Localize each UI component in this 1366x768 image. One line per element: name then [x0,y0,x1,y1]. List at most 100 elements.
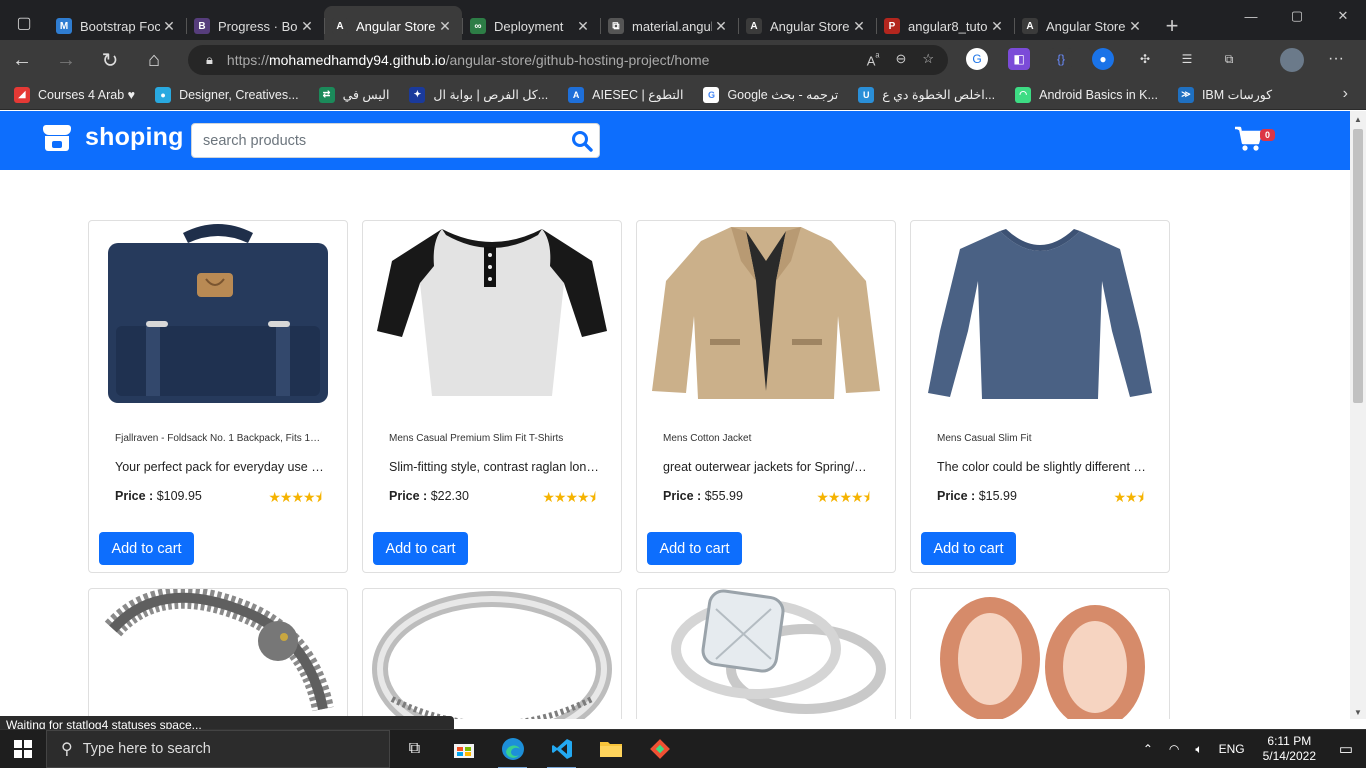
tab-favicon-icon: P [884,18,900,34]
close-tab-icon[interactable]: ✕ [850,18,868,35]
more-menu-icon[interactable]: ··· [1328,50,1344,68]
json-extension-icon[interactable]: {} [1050,48,1072,70]
product-image[interactable] [97,589,339,719]
add-to-cart-button[interactable]: Add to cart [99,532,194,565]
close-window-icon[interactable]: ✕ [1320,0,1366,32]
task-view-icon[interactable]: ⧉ [390,730,439,768]
close-tab-icon[interactable]: ✕ [988,18,1006,35]
price-value: $15.99 [978,489,1017,503]
tab-favicon-icon: M [56,18,72,34]
product-image[interactable] [919,221,1161,406]
taskbar-search[interactable]: ⚲ Type here to search [46,730,390,768]
extension-icon[interactable]: ● [1092,48,1114,70]
product-description: The color could be slightly different be… [937,460,1147,474]
notifications-icon[interactable]: ▭ [1326,740,1366,758]
extensions-area: G ◧ {} ● ✣ ☰ ⧉ [966,48,1240,70]
edge-app-icon[interactable] [488,730,537,768]
product-price: Price : $15.99 [937,489,1017,503]
lock-icon[interactable]: 🔒︎ [206,52,213,68]
back-button[interactable]: ← [0,40,44,80]
add-to-cart-button[interactable]: Add to cart [373,532,468,565]
clock-time: 6:11 PM [1267,734,1312,748]
tab-title: Angular Store [1046,18,1126,34]
product-image[interactable] [919,589,1161,719]
bookmark-item[interactable]: G Google ترجمه - بحث [703,86,838,103]
bookmark-item[interactable]: ◠ Android Basics in K... [1015,86,1158,103]
vscode-app-icon[interactable] [537,730,586,768]
home-button[interactable]: ⌂ [132,40,176,80]
product-price: Price : $55.99 [663,489,743,503]
search-icon[interactable] [565,130,599,152]
language-indicator[interactable]: ENG [1219,742,1245,756]
close-tab-icon[interactable]: ✕ [712,18,730,35]
bookmark-label: IBM كورسات [1201,88,1273,102]
file-explorer-icon[interactable] [586,730,635,768]
bookmark-item[interactable]: ✦ كل الفرص | بوابة ال... [409,86,548,103]
zoom-icon[interactable]: ⊖ [895,51,906,68]
chevron-up-icon[interactable]: ⌃ [1143,742,1153,756]
system-tray: ⌃ ◠ 🔈︎ ENG 6:11 PM 5/14/2022 ▭ [1135,730,1366,768]
favorites-icon[interactable]: ☰ [1176,48,1198,70]
scroll-up-icon[interactable]: ▲ [1353,115,1363,124]
bookmark-item[interactable]: ≫ IBM كورسات [1177,86,1273,103]
address-bar[interactable]: 🔒︎ https://mohamedhamdy94.github.io/angu… [188,45,948,75]
store-app-icon[interactable] [439,730,488,768]
volume-icon[interactable]: 🔈︎ [1195,742,1202,757]
bookmark-label: Courses 4 Arab ♥ [38,87,136,102]
network-icon[interactable]: ◠ [1169,742,1179,756]
rating-stars-icon: ★★★★⯨ [816,489,870,505]
scroll-down-icon[interactable]: ▼ [1353,708,1363,717]
cart-button[interactable]: 0 [1234,126,1280,156]
add-to-cart-button[interactable]: Add to cart [647,532,742,565]
product-card-wrapper [636,588,896,719]
bookmark-item[interactable]: ● Designer, Creatives... [155,86,299,103]
bookmark-item[interactable]: U اخلص الخطوة دي ع... [858,86,995,103]
tab-favicon-icon: A [332,18,348,34]
profile-avatar[interactable] [1280,48,1304,72]
tab-favicon-icon: ∞ [470,18,486,34]
store-navbar: shoping 0 [0,111,1350,170]
extension-icon[interactable]: ◧ [1008,48,1030,70]
chevron-right-icon[interactable]: › [1343,85,1348,103]
close-tab-icon[interactable]: ✕ [160,18,178,35]
windows-start-button[interactable] [0,730,46,768]
product-title: Mens Casual Slim Fit [937,433,1032,444]
clock[interactable]: 6:11 PM 5/14/2022 [1263,734,1316,764]
close-tab-icon[interactable]: ✕ [1126,18,1144,35]
product-image[interactable] [645,589,887,719]
collections-icon[interactable]: ⧉ [1218,48,1240,70]
close-tab-icon[interactable]: ✕ [298,18,316,35]
minimize-icon[interactable]: — [1228,0,1274,32]
bookmark-item[interactable]: ◢ Courses 4 Arab ♥ [14,86,136,103]
product-image[interactable] [371,221,613,406]
product-card: Mens Cotton Jacket great outerwear jacket… [636,220,896,573]
brand[interactable]: shoping [43,123,184,152]
reload-button[interactable]: ↻ [88,40,132,80]
vertical-scrollbar[interactable]: ▲ ▼ [1350,111,1366,719]
product-image[interactable] [371,589,613,719]
git-app-icon[interactable] [635,730,684,768]
favorite-add-icon[interactable]: ☆ [922,51,934,68]
product-price: Price : $109.95 [115,489,202,503]
cart-icon [1235,126,1263,151]
read-aloud-icon[interactable]: Aᵃ [867,51,880,68]
close-tab-icon[interactable]: ✕ [436,18,454,35]
add-to-cart-button[interactable]: Add to cart [921,532,1016,565]
product-description: great outerwear jackets for Spring/Autum… [663,460,873,474]
bookmark-item[interactable]: A AIESEC | التطوع [568,86,683,103]
price-value: $109.95 [156,489,202,503]
translate-extension-icon[interactable]: G [966,48,988,70]
maximize-icon[interactable]: ▢ [1274,0,1320,32]
extensions-puzzle-icon[interactable]: ✣ [1134,48,1156,70]
bookmark-item[interactable]: ⇄ اليس في [318,86,389,103]
forward-button[interactable]: → [44,40,88,80]
taskbar-search-placeholder: Type here to search [82,741,211,757]
close-tab-icon[interactable]: ✕ [574,18,592,35]
product-image[interactable] [97,221,339,406]
product-image[interactable] [645,221,887,406]
price-label: Price : [115,489,154,503]
scrollbar-thumb[interactable] [1353,129,1363,403]
search-input[interactable] [192,124,565,157]
product-title: Mens Casual Premium Slim Fit T-Shirts [389,433,564,444]
tab-title: Angular Store [356,18,436,34]
